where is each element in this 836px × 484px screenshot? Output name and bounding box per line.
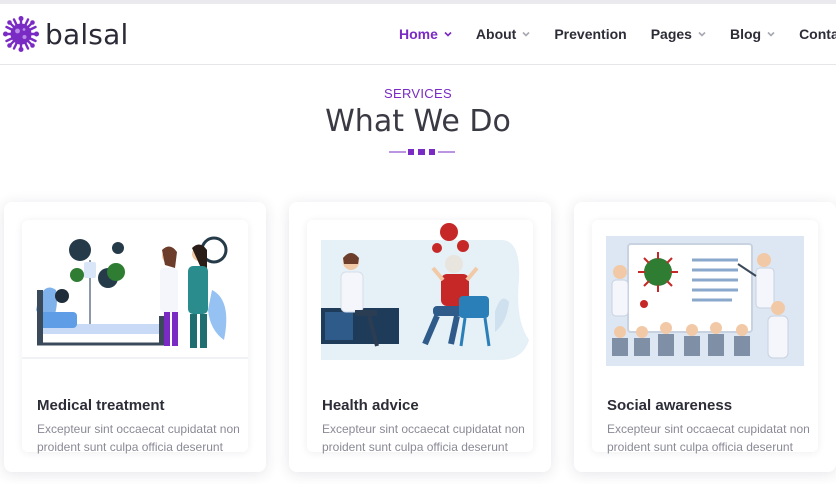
card-title: Medical treatment <box>37 397 165 414</box>
nav-item-pages-label: Pages <box>650 26 692 42</box>
nav-item-blog-label: Blog <box>729 26 762 42</box>
section-title: What We Do <box>325 104 511 139</box>
card-inner: Social awareness Excepteur sint occaecat… <box>592 220 818 454</box>
card-inner: Health advice Excepteur sint occaecat cu… <box>307 220 533 454</box>
virus-logo-icon <box>3 16 39 52</box>
title-divider <box>389 149 455 155</box>
card-text: Excepteur sint occaecat cupidatat non pr… <box>37 422 240 454</box>
nav-item-contact[interactable]: Contact <box>799 26 836 42</box>
nav-item-about-label: About <box>475 26 517 42</box>
card-title: Health advice <box>322 397 419 414</box>
card-text: Excepteur sint occaecat cupidatat non pr… <box>607 422 810 454</box>
social-awareness-illustration <box>606 236 804 366</box>
section-eyebrow: SERVICES <box>384 86 452 101</box>
service-card-social-awareness[interactable]: Social awareness Excepteur sint occaecat… <box>574 202 836 472</box>
medical-treatment-illustration <box>22 236 248 359</box>
nav-item-prevention[interactable]: Prevention <box>554 26 626 42</box>
nav-item-pages[interactable]: Pages <box>651 26 706 42</box>
chevron-down-icon <box>698 31 706 37</box>
service-card-medical-treatment[interactable]: Medical treatment Excepteur sint occaeca… <box>4 202 266 472</box>
logo[interactable]: balsal <box>3 16 128 52</box>
navbar: balsal Home About Prevention Pages Blog … <box>0 4 836 65</box>
chevron-down-icon <box>522 31 530 37</box>
card-text: Excepteur sint occaecat cupidatat non pr… <box>322 422 525 454</box>
health-advice-illustration <box>321 223 529 360</box>
card-title: Social awareness <box>607 397 733 414</box>
nav-item-contact-label: Contact <box>799 26 836 42</box>
card-inner: Medical treatment Excepteur sint occaeca… <box>22 220 248 454</box>
nav-item-about[interactable]: About <box>476 26 530 42</box>
chevron-down-icon <box>767 31 775 37</box>
nav-item-home[interactable]: Home <box>399 26 452 42</box>
nav-item-prevention-label: Prevention <box>554 26 627 42</box>
nav-item-home-label: Home <box>399 26 438 42</box>
nav-item-blog[interactable]: Blog <box>730 26 775 42</box>
main-nav: Home About Prevention Pages Blog Contact <box>399 26 836 42</box>
chevron-down-icon <box>444 31 452 37</box>
brand-name: balsal <box>45 17 129 51</box>
service-card-health-advice[interactable]: Health advice Excepteur sint occaecat cu… <box>289 202 551 472</box>
